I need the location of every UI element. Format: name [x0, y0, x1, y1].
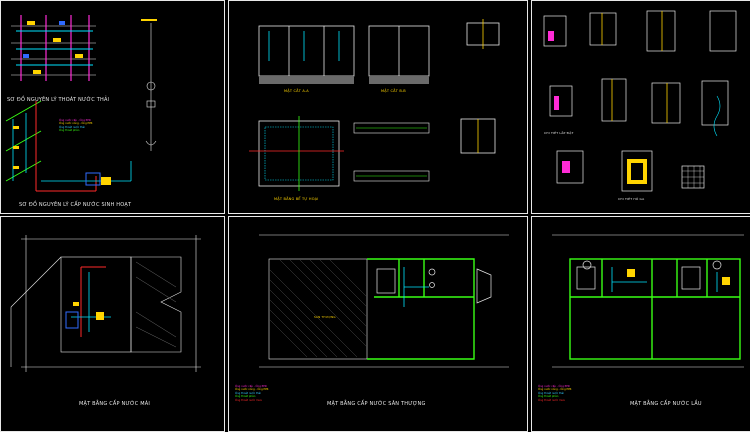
label-plan-tank: MẶT BẰNG BỂ TỰ HOẠI — [274, 197, 319, 201]
label-terrace-room: SÂN THƯỢNG — [314, 315, 336, 319]
sheet-terrace-supply-plan[interactable]: SÂN THƯỢNG Ống nước cấp - Ống PPR Ống nư… — [228, 216, 528, 432]
legend-item: Ống thoát nước mưa — [235, 398, 262, 402]
roof-plan-drawing — [10, 235, 201, 372]
supply-legend: Ống nước cấp - Ống PPR Ống nước nóng - Ố… — [59, 119, 92, 133]
title-drainage-diagram: SƠ ĐỒ NGUYÊN LÝ THOÁT NƯỚC THẢI — [7, 97, 110, 103]
legend-item: Ống thoát nước mưa — [538, 398, 565, 402]
title-terrace-supply-plan: MẶT BẰNG CẤP NƯỚC SÂN THƯỢNG — [327, 401, 426, 407]
label-section-b: MẶT CẮT B-B — [381, 89, 406, 93]
legend-item: Ống thoát phân — [59, 129, 80, 133]
title-roof-supply-plan: MẶT BẰNG CẤP NƯỚC MÁI — [79, 401, 151, 407]
terrace-plan-drawing — [259, 234, 509, 368]
label-installation-detail: CHI TIẾT LẮP ĐẶT — [544, 131, 574, 135]
sheet-floor-supply-plan[interactable]: Ống nước cấp - Ống PPR Ống nước nóng - Ố… — [531, 216, 750, 432]
title-floor-supply-plan: MẶT BẰNG CẤP NƯỚC LẦU — [630, 401, 702, 407]
title-supply-diagram: SƠ ĐỒ NGUYÊN LÝ CẤP NƯỚC SINH HOẠT — [19, 202, 132, 208]
principle-diagram-drawing — [5, 15, 157, 192]
septic-tank-drawing — [249, 19, 500, 191]
sheet-principle-diagrams[interactable]: Ống nước cấp - Ống PPR Ống nước nóng - Ố… — [0, 0, 225, 214]
floor-legend: Ống nước cấp - Ống PPR Ống nước nóng - Ố… — [538, 385, 571, 402]
installation-detail-drawing — [543, 10, 737, 192]
label-section-a: MẶT CẮT A-A — [284, 89, 309, 93]
sheet-septic-tank-sections[interactable]: MẶT CẮT A-A MẶT CẮT B-B MẶT BẰNG BỂ TỰ H… — [228, 0, 528, 214]
sheet-roof-supply-plan[interactable]: MẶT BẰNG CẤP NƯỚC MÁI — [0, 216, 225, 432]
terrace-legend: Ống nước cấp - Ống PPR Ống nước nóng - Ố… — [235, 385, 268, 402]
sheet-installation-details[interactable]: CHI TIẾT LẮP ĐẶT CHI TIẾT HỐ GA — [531, 0, 750, 214]
label-manhole-detail: CHI TIẾT HỐ GA — [618, 197, 645, 201]
